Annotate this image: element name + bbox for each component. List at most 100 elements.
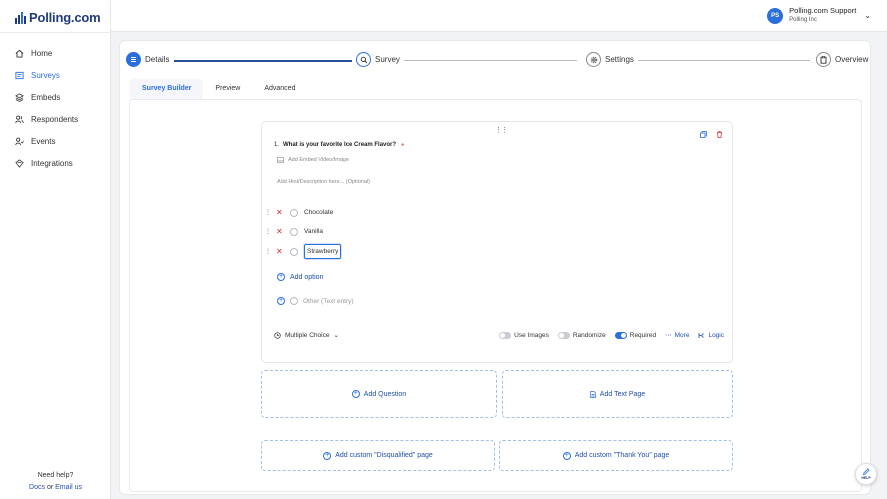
randomize-toggle[interactable]: Randomize	[557, 331, 606, 339]
embed-label: Add Embed Video/Image	[288, 157, 350, 163]
logic-label: Logic	[708, 331, 724, 339]
remove-option-icon[interactable]: ✕	[276, 247, 284, 256]
use-images-toggle[interactable]: Use Images	[499, 331, 549, 339]
add-text-page-button[interactable]: Add Text Page	[502, 370, 733, 418]
sidebar-item-label: Home	[31, 48, 53, 58]
layers-icon	[15, 92, 24, 102]
hint-input[interactable]: Add Hint/Description here... (Optional)	[277, 179, 370, 185]
add-question-button[interactable]: + Add Question	[261, 370, 497, 418]
wizard-stepper: Details Survey Settings Overview	[120, 41, 872, 81]
sidebar-item-home[interactable]: Home	[0, 42, 111, 64]
option-row: ⋮ ✕ Strawberry	[265, 244, 342, 259]
question-card[interactable]: ⋮⋮ 1. What is your favorite Ice Cream Fl…	[261, 121, 733, 363]
sidebar-item-surveys[interactable]: Surveys	[0, 64, 111, 86]
add-other-option[interactable]: + Other (Text entry)	[277, 297, 354, 305]
question-number: 1.	[274, 142, 280, 148]
drag-handle-icon[interactable]: ⋮	[265, 228, 271, 235]
question-options: Use Images Randomize Required ⋯ More Log…	[499, 331, 724, 339]
radio-button[interactable]	[290, 208, 298, 217]
add-disqualified-label: Add custom "Disqualified" page	[335, 452, 433, 459]
sidebar-item-events[interactable]: Events	[0, 130, 111, 152]
help-title: Need help?	[37, 472, 74, 479]
divider	[0, 32, 111, 33]
events-icon	[15, 137, 24, 145]
add-question-label: Add Question	[363, 390, 407, 398]
tab-survey-builder[interactable]: Survey Builder	[130, 79, 204, 99]
add-thank-you-page-button[interactable]: + Add custom "Thank You" page	[499, 440, 733, 471]
more-button[interactable]: ⋯ More	[665, 331, 690, 340]
tab-advanced[interactable]: Advanced	[252, 79, 307, 99]
clipboard-icon	[816, 52, 831, 67]
toggle-label: Required	[629, 331, 657, 339]
logo-icon	[15, 12, 26, 24]
sidebar-nav: Home Surveys Embeds Respondents Events I…	[0, 42, 111, 174]
sidebar-item-label: Respondents	[31, 114, 79, 124]
step-label: Settings	[605, 55, 634, 64]
required-toggle[interactable]: Required	[614, 331, 657, 339]
clock-icon	[274, 331, 281, 339]
sidebar-item-respondents[interactable]: Respondents	[0, 108, 111, 130]
trash-icon[interactable]	[716, 131, 723, 138]
logic-icon	[699, 332, 705, 338]
add-disqualified-page-button[interactable]: + Add custom "Disqualified" page	[261, 440, 495, 471]
help-label: HELP	[861, 476, 871, 480]
survey-builder-panel: ⋮⋮ 1. What is your favorite Ice Cream Fl…	[129, 99, 862, 492]
option-input[interactable]: Strawberry	[304, 244, 342, 259]
sidebar-item-embeds[interactable]: Embeds	[0, 86, 111, 108]
step-label: Details	[145, 55, 170, 64]
tab-preview[interactable]: Preview	[203, 79, 252, 99]
document-icon	[589, 390, 596, 398]
question-tools	[700, 131, 723, 138]
question-text: What is your favorite Ice Cream Flavor?	[283, 142, 397, 148]
user-menu[interactable]: PS Polling.com Support Polling Inc ⌄	[767, 6, 871, 25]
radio-button	[290, 297, 298, 305]
plus-circle-icon: +	[277, 297, 285, 305]
help-button[interactable]: HELP	[855, 463, 877, 485]
option-label[interactable]: Chocolate	[304, 209, 333, 216]
sidebar-item-label: Events	[31, 136, 56, 146]
docs-link[interactable]: Docs	[29, 484, 45, 491]
add-option-button[interactable]: + Add option	[277, 273, 323, 281]
add-embed-button[interactable]: Add Embed Video/Image	[277, 157, 349, 163]
drag-handle-icon[interactable]: ⋮	[265, 248, 271, 255]
step-survey[interactable]: Survey	[356, 52, 400, 67]
brand-name: Polling.com	[29, 10, 101, 25]
question-title[interactable]: 1. What is your favorite Ice Cream Flavo…	[274, 142, 404, 151]
toggle-switch[interactable]	[499, 331, 512, 339]
pencil-icon	[862, 468, 870, 476]
user-name: Polling.com Support	[789, 6, 857, 15]
toggle-switch[interactable]	[557, 331, 570, 339]
step-settings[interactable]: Settings	[586, 52, 634, 67]
list-icon	[126, 52, 141, 67]
survey-icon	[15, 71, 24, 79]
question-type-select[interactable]: Multiple Choice ⌄	[274, 331, 339, 339]
add-option-label: Add option	[290, 273, 324, 281]
radio-button[interactable]	[290, 227, 298, 236]
remove-option-icon[interactable]: ✕	[276, 227, 284, 236]
users-icon	[15, 115, 24, 123]
drag-handle-icon[interactable]: ⋮⋮	[495, 126, 508, 134]
drag-handle-icon[interactable]: ⋮	[265, 209, 271, 216]
radio-button[interactable]	[290, 247, 298, 256]
step-overview[interactable]: Overview	[816, 52, 868, 67]
step-details[interactable]: Details	[126, 52, 169, 67]
search-icon	[356, 52, 371, 67]
option-label[interactable]: Vanilla	[304, 228, 323, 235]
remove-option-icon[interactable]: ✕	[276, 208, 284, 217]
integrations-icon	[15, 158, 24, 168]
option-row: ⋮ ✕ Chocolate	[265, 208, 333, 217]
add-thank-you-label: Add custom "Thank You" page	[574, 452, 670, 459]
or-text: or	[46, 484, 54, 491]
copy-icon[interactable]	[700, 131, 707, 138]
sidebar-item-integrations[interactable]: Integrations	[0, 152, 111, 174]
main-content: Details Survey Settings Overview Survey …	[119, 40, 871, 495]
user-org: Polling Inc	[789, 17, 817, 23]
email-link[interactable]: Email us	[55, 484, 82, 491]
plus-circle-icon: +	[562, 451, 571, 460]
toggle-switch[interactable]	[614, 331, 627, 339]
step-label: Survey	[375, 55, 400, 64]
brand-logo[interactable]: Polling.com	[15, 10, 101, 25]
logic-button[interactable]: Logic	[698, 332, 724, 339]
more-label: More	[674, 331, 690, 339]
chevron-down-icon[interactable]: ⌄	[864, 11, 871, 20]
